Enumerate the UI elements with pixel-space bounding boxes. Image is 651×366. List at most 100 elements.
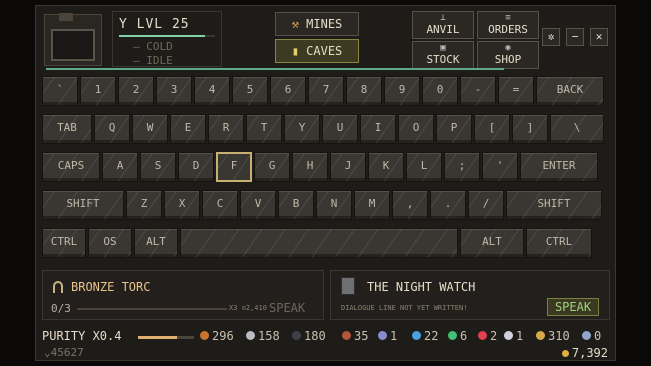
key-u[interactable]: U: [322, 114, 358, 144]
key-alt[interactable]: ALT: [134, 228, 178, 258]
shop-button[interactable]: ◉ SHOP: [477, 41, 539, 69]
quest-item: BRONZE TORC: [53, 280, 150, 294]
key-y[interactable]: Y: [284, 114, 320, 144]
ore-icon: [292, 331, 301, 340]
key-9[interactable]: 9: [384, 76, 420, 106]
key-enter[interactable]: ENTER: [520, 152, 598, 182]
key-b[interactable]: B: [278, 190, 314, 220]
key-3[interactable]: 3: [156, 76, 192, 106]
key-h[interactable]: H: [292, 152, 328, 182]
gear-icon[interactable]: ✲: [542, 28, 560, 46]
key-o[interactable]: O: [398, 114, 434, 144]
key-t[interactable]: T: [246, 114, 282, 144]
speak-button[interactable]: SPEAK: [547, 298, 599, 316]
key-7[interactable]: 7: [308, 76, 344, 106]
key-period[interactable]: .: [430, 190, 466, 220]
key-g[interactable]: G: [254, 152, 290, 182]
key-semicolon[interactable]: ;: [444, 152, 480, 182]
key-i[interactable]: I: [360, 114, 396, 144]
key-6[interactable]: 6: [270, 76, 306, 106]
ore-icon: [378, 331, 387, 340]
footer: PURITY X0.4 ⌄45627 296 158 180 35 1 22 6 2 1 310 0…: [42, 324, 612, 360]
key-s[interactable]: S: [140, 152, 176, 182]
progress-line: [46, 68, 504, 70]
key-8[interactable]: 8: [346, 76, 382, 106]
key-0[interactable]: 0: [422, 76, 458, 106]
key-rbracket[interactable]: ]: [512, 114, 548, 144]
key-1[interactable]: 1: [80, 76, 116, 106]
key-m[interactable]: M: [354, 190, 390, 220]
level-label: Y LVL 25: [119, 17, 190, 32]
key-shift[interactable]: SHIFT: [42, 190, 124, 220]
key-space[interactable]: [180, 228, 458, 258]
key-2[interactable]: 2: [118, 76, 154, 106]
speak-button-disabled: SPEAK: [269, 301, 306, 315]
key-minus[interactable]: -: [460, 76, 496, 106]
caves-button[interactable]: ▮ CAVES: [275, 39, 359, 63]
mines-button[interactable]: ⚒ MINES: [275, 12, 359, 36]
minus-icon[interactable]: −: [566, 28, 584, 46]
orders-button[interactable]: ≡ ORDERS: [477, 11, 539, 39]
close-icon[interactable]: ✕: [590, 28, 608, 46]
key-v[interactable]: V: [240, 190, 276, 220]
ore-icon: [504, 331, 513, 340]
key-d[interactable]: D: [178, 152, 214, 182]
key-backtick[interactable]: `: [42, 76, 78, 106]
resource-item: 6: [448, 329, 467, 343]
anvil-button[interactable]: ⊥ ANVIL: [412, 11, 474, 39]
key-backslash[interactable]: \: [550, 114, 604, 144]
key-e[interactable]: E: [170, 114, 206, 144]
quest-multiplier: X3 ⊙2,410: [229, 304, 267, 312]
key-r[interactable]: R: [208, 114, 244, 144]
key-x[interactable]: X: [164, 190, 200, 220]
key-slash[interactable]: /: [468, 190, 504, 220]
keyboard: ` 1 2 3 4 5 6 7 8 9 0- = BACK TAB Q W E R T Y U I O P[] \ CAPS A S D…: [42, 76, 610, 266]
quest-count: 0/3: [51, 302, 71, 315]
key-os[interactable]: OS: [88, 228, 132, 258]
ore-icon: [582, 331, 591, 340]
ore-icon: [342, 331, 351, 340]
resource-item: 22: [412, 329, 438, 343]
resource-item: 180: [292, 329, 326, 343]
resource-item: 310: [536, 329, 570, 343]
ore-icon: [246, 331, 255, 340]
level-panel: Y LVL 25 — COLD — IDLE: [112, 11, 222, 67]
key-equals[interactable]: =: [498, 76, 534, 106]
key-ctrl[interactable]: CTRL: [526, 228, 592, 258]
key-back[interactable]: BACK: [536, 76, 604, 106]
key-n[interactable]: N: [316, 190, 352, 220]
purity-label: PURITY X0.4: [42, 329, 122, 343]
stock-button[interactable]: ▣ STOCK: [412, 41, 474, 69]
dialogue-panel: THE NIGHT WATCH DIALOGUE LINE NOT YET WR…: [330, 270, 610, 320]
key-lbracket[interactable]: [: [474, 114, 510, 144]
resource-item: 1: [504, 329, 523, 343]
key-alt[interactable]: ALT: [460, 228, 524, 258]
key-shift[interactable]: SHIFT: [506, 190, 602, 220]
resource-item: 0: [582, 329, 601, 343]
guard-icon: [341, 277, 355, 295]
forge-icon[interactable]: [44, 13, 102, 66]
ore-icon: [412, 331, 421, 340]
key-quote[interactable]: ': [482, 152, 518, 182]
key-f[interactable]: F: [216, 152, 252, 182]
key-k[interactable]: K: [368, 152, 404, 182]
key-comma[interactable]: ,: [392, 190, 428, 220]
ore-icon: [200, 331, 209, 340]
key-z[interactable]: Z: [126, 190, 162, 220]
key-c[interactable]: C: [202, 190, 238, 220]
quest-panel: BRONZE TORC 0/3 X3 ⊙2,410 SPEAK: [42, 270, 324, 320]
key-p[interactable]: P: [436, 114, 472, 144]
ore-icon: [448, 331, 457, 340]
key-l[interactable]: L: [406, 152, 442, 182]
key-ctrl[interactable]: CTRL: [42, 228, 86, 258]
key-q[interactable]: Q: [94, 114, 130, 144]
ore-icon: [478, 331, 487, 340]
key-a[interactable]: A: [102, 152, 138, 182]
key-w[interactable]: W: [132, 114, 168, 144]
key-caps[interactable]: CAPS: [42, 152, 100, 182]
key-5[interactable]: 5: [232, 76, 268, 106]
key-tab[interactable]: TAB: [42, 114, 92, 144]
key-j[interactable]: J: [330, 152, 366, 182]
resource-item: 35: [342, 329, 368, 343]
key-4[interactable]: 4: [194, 76, 230, 106]
